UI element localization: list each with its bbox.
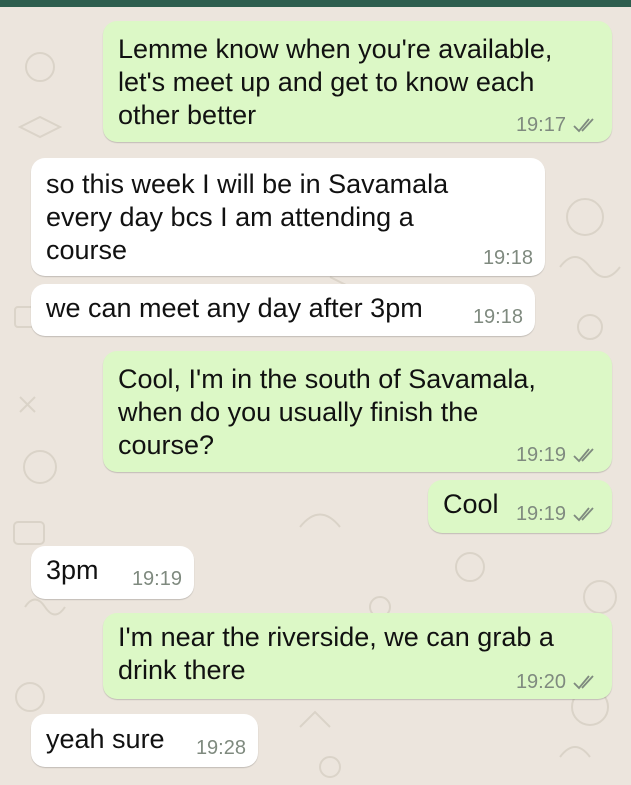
message-text: Cool bbox=[443, 489, 499, 519]
incoming-message[interactable]: yeah sure 19:28 bbox=[31, 714, 258, 767]
message-time: 19:28 bbox=[195, 737, 246, 759]
outgoing-message[interactable]: Cool, I'm in the south of Savamala, when… bbox=[103, 351, 612, 472]
message-meta: 19:17 bbox=[516, 114, 602, 136]
message-meta: 19:18 bbox=[473, 306, 523, 328]
double-check-icon bbox=[573, 448, 594, 463]
message-time: 19:17 bbox=[515, 114, 566, 136]
message-text: yeah sure bbox=[46, 724, 165, 754]
incoming-message[interactable]: we can meet any day after 3pm 19:18 bbox=[31, 284, 535, 336]
outgoing-message[interactable]: Cool 19:19 bbox=[428, 480, 612, 533]
message-text: Cool, I'm in the south of Savamala, when… bbox=[118, 364, 536, 460]
message-time: 19:19 bbox=[515, 444, 566, 466]
message-text: Lemme know when you're available, let's … bbox=[118, 34, 553, 130]
message-time: 19:18 bbox=[482, 247, 533, 269]
message-time: 19:19 bbox=[131, 568, 182, 590]
message-meta: 19:19 bbox=[516, 444, 602, 466]
double-check-icon bbox=[573, 118, 594, 133]
message-meta: 19:19 bbox=[132, 568, 182, 590]
message-meta: 19:28 bbox=[196, 737, 246, 759]
message-text: I'm near the riverside, we can grab a dr… bbox=[118, 622, 554, 685]
outgoing-message[interactable]: I'm near the riverside, we can grab a dr… bbox=[103, 613, 612, 699]
double-check-icon bbox=[573, 507, 594, 522]
incoming-message[interactable]: so this week I will be in Savamala every… bbox=[31, 158, 545, 276]
outgoing-message[interactable]: Lemme know when you're available, let's … bbox=[103, 21, 612, 142]
message-text: we can meet any day after 3pm bbox=[46, 293, 423, 323]
message-time: 19:20 bbox=[515, 671, 566, 693]
message-text: so this week I will be in Savamala every… bbox=[46, 169, 449, 265]
message-meta: 19:19 bbox=[516, 503, 602, 525]
incoming-message[interactable]: 3pm 19:19 bbox=[31, 546, 194, 599]
message-time: 19:19 bbox=[515, 503, 566, 525]
message-meta: 19:20 bbox=[516, 671, 602, 693]
top-bar bbox=[0, 0, 631, 7]
message-text: 3pm bbox=[46, 555, 99, 585]
double-check-icon bbox=[573, 675, 594, 690]
message-meta: 19:18 bbox=[483, 247, 533, 269]
message-time: 19:18 bbox=[472, 306, 523, 328]
